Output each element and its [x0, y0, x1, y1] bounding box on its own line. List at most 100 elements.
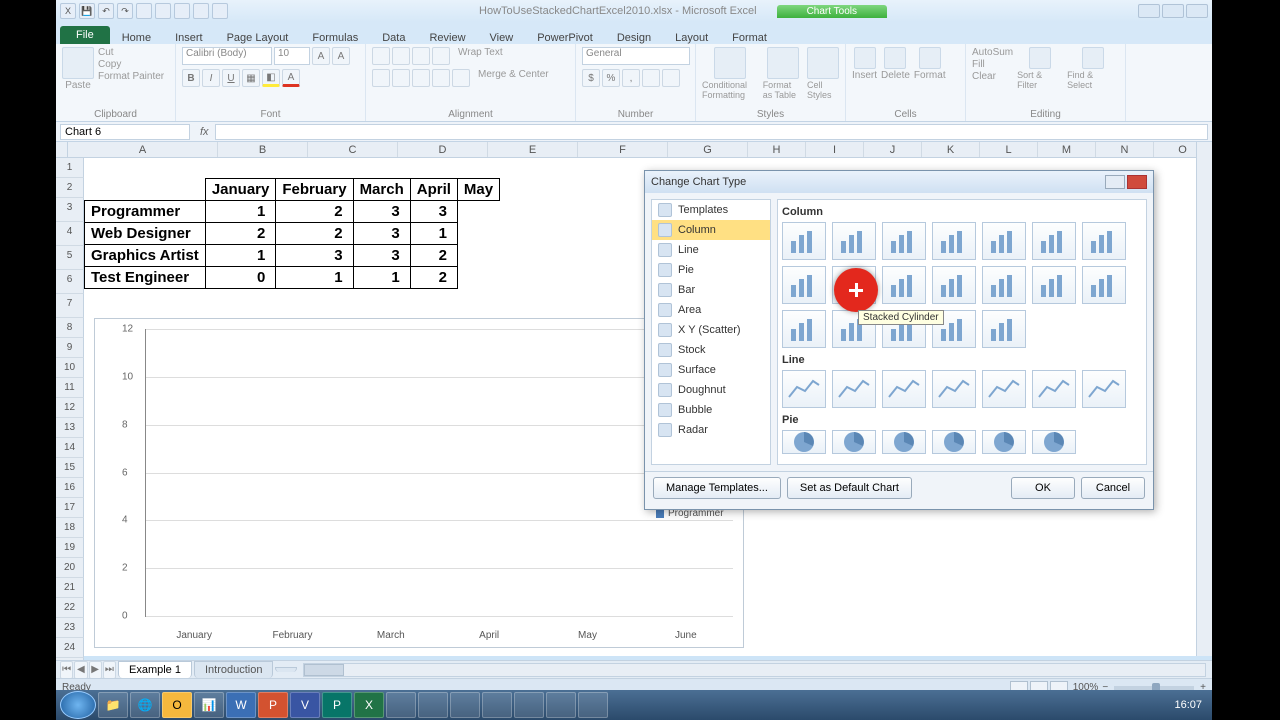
save-icon[interactable]: 💾: [79, 3, 95, 19]
close-button[interactable]: [1186, 4, 1208, 18]
taskbar-outlook-icon[interactable]: O: [162, 692, 192, 718]
redo-icon[interactable]: ↷: [117, 3, 133, 19]
sheet-tab-active[interactable]: Example 1: [118, 661, 192, 678]
column-header[interactable]: B: [218, 142, 308, 157]
font-size-select[interactable]: 10: [274, 47, 310, 65]
currency-icon[interactable]: $: [582, 69, 600, 87]
column-header[interactable]: G: [668, 142, 748, 157]
chart-type-thumbnail[interactable]: [932, 430, 976, 454]
chart-type-thumbnail[interactable]: [782, 222, 826, 260]
taskbar-app-icon[interactable]: [482, 692, 512, 718]
row-header[interactable]: 14: [56, 438, 84, 458]
new-sheet-button[interactable]: [275, 667, 297, 672]
row-header[interactable]: 20: [56, 558, 84, 578]
chart-type-thumbnail[interactable]: [1032, 222, 1076, 260]
row-header[interactable]: 15: [56, 458, 84, 478]
qat-icon[interactable]: [136, 3, 152, 19]
delete-cells-button[interactable]: Delete: [881, 47, 910, 81]
chart-category-item[interactable]: Bar: [652, 280, 770, 300]
column-header[interactable]: M: [1038, 142, 1096, 157]
chart-category-item[interactable]: Doughnut: [652, 380, 770, 400]
row-header[interactable]: 16: [56, 478, 84, 498]
horizontal-scrollbar[interactable]: [303, 663, 1206, 677]
dec-decimal-icon[interactable]: [662, 69, 680, 87]
comma-icon[interactable]: ,: [622, 69, 640, 87]
chart-type-thumbnail[interactable]: [982, 430, 1026, 454]
column-header[interactable]: A: [68, 142, 218, 157]
format-cells-button[interactable]: Format: [914, 47, 946, 81]
qat-icon[interactable]: [155, 3, 171, 19]
row-header[interactable]: 19: [56, 538, 84, 558]
taskbar-chrome-icon[interactable]: 🌐: [130, 692, 160, 718]
fx-icon[interactable]: fx: [194, 126, 215, 138]
column-header[interactable]: K: [922, 142, 980, 157]
cancel-button[interactable]: Cancel: [1081, 477, 1145, 499]
column-header[interactable]: J: [864, 142, 922, 157]
column-header[interactable]: F: [578, 142, 668, 157]
align-left-icon[interactable]: [372, 69, 390, 87]
chart-type-thumbnail[interactable]: [982, 310, 1026, 348]
indent-dec-icon[interactable]: [432, 69, 450, 87]
dialog-close-button[interactable]: [1127, 175, 1147, 189]
select-all-corner[interactable]: [56, 142, 68, 157]
chart-type-thumbnail[interactable]: [832, 430, 876, 454]
insert-cells-button[interactable]: Insert: [852, 47, 877, 81]
chart-type-thumbnail[interactable]: [832, 370, 876, 408]
row-header[interactable]: 11: [56, 378, 84, 398]
format-painter-button[interactable]: Format Painter: [98, 71, 164, 82]
formula-input[interactable]: [215, 124, 1208, 140]
taskbar-app-icon[interactable]: [546, 692, 576, 718]
minimize-button[interactable]: [1138, 4, 1160, 18]
align-middle-icon[interactable]: [392, 47, 410, 65]
taskbar-app-icon[interactable]: [418, 692, 448, 718]
chart-type-thumbnail[interactable]: [882, 266, 926, 304]
chart-category-item[interactable]: Surface: [652, 360, 770, 380]
vertical-scrollbar[interactable]: [1196, 142, 1212, 656]
grow-font-icon[interactable]: A: [312, 47, 330, 65]
chart-type-thumbnail[interactable]: [932, 370, 976, 408]
find-select-button[interactable]: Find & Select: [1067, 47, 1119, 90]
sheet-nav-next-icon[interactable]: ▶: [89, 661, 102, 679]
chart-category-item[interactable]: Templates: [652, 200, 770, 220]
column-header[interactable]: N: [1096, 142, 1154, 157]
chart-type-thumbnail[interactable]: [882, 430, 926, 454]
align-top-icon[interactable]: [372, 47, 390, 65]
taskbar-app-icon[interactable]: [450, 692, 480, 718]
bold-button[interactable]: B: [182, 69, 200, 87]
border-button[interactable]: ▦: [242, 69, 260, 87]
chart-type-thumbnail[interactable]: [832, 222, 876, 260]
maximize-button[interactable]: [1162, 4, 1184, 18]
chart-category-item[interactable]: Line: [652, 240, 770, 260]
taskbar-app-icon[interactable]: 📁: [98, 692, 128, 718]
chart-type-thumbnail[interactable]: [782, 266, 826, 304]
row-header[interactable]: 13: [56, 418, 84, 438]
manage-templates-button[interactable]: Manage Templates...: [653, 477, 781, 499]
sort-filter-button[interactable]: Sort & Filter: [1017, 47, 1063, 90]
file-tab[interactable]: File: [60, 26, 110, 44]
shrink-font-icon[interactable]: A: [332, 47, 350, 65]
cell-styles-button[interactable]: Cell Styles: [807, 47, 839, 100]
align-center-icon[interactable]: [392, 69, 410, 87]
row-header[interactable]: 21: [56, 578, 84, 598]
sheet-nav-first-icon[interactable]: ⏮: [60, 661, 73, 679]
column-header[interactable]: E: [488, 142, 578, 157]
chart-category-item[interactable]: Area: [652, 300, 770, 320]
row-header[interactable]: 12: [56, 398, 84, 418]
chart-category-item[interactable]: Radar: [652, 420, 770, 440]
italic-button[interactable]: I: [202, 69, 220, 87]
column-header[interactable]: C: [308, 142, 398, 157]
paste-button[interactable]: Paste: [62, 47, 94, 91]
system-clock[interactable]: 16:07: [1168, 699, 1208, 711]
format-as-table-button[interactable]: Format as Table: [763, 47, 803, 100]
column-header[interactable]: I: [806, 142, 864, 157]
merge-center-button[interactable]: Merge & Center: [478, 69, 549, 87]
cut-button[interactable]: Cut: [98, 47, 164, 58]
taskbar-excel-icon[interactable]: X: [354, 692, 384, 718]
chart-type-thumbnail[interactable]: [982, 222, 1026, 260]
taskbar-visio-icon[interactable]: V: [290, 692, 320, 718]
row-header[interactable]: 1: [56, 158, 84, 178]
column-header[interactable]: D: [398, 142, 488, 157]
chart-type-thumbnail[interactable]: [982, 370, 1026, 408]
row-header[interactable]: 9: [56, 338, 84, 358]
font-name-select[interactable]: Calibri (Body): [182, 47, 272, 65]
